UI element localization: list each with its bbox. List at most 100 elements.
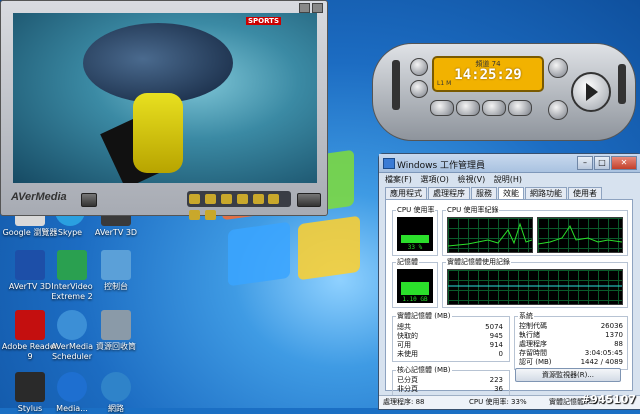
diver-image — [133, 93, 183, 173]
remote-button-bottom[interactable] — [548, 100, 568, 120]
stat-value: 1370 — [605, 331, 623, 339]
kernel-memory-stats: 已分頁 223 非分頁 36 — [397, 376, 503, 394]
window-controls: – □ ✕ — [576, 156, 637, 170]
side-slider[interactable] — [618, 64, 626, 104]
close-button[interactable]: ✕ — [611, 156, 637, 170]
menu-options[interactable]: 選項(O) — [420, 175, 449, 184]
memory-meter: 1.10 GB — [397, 269, 433, 303]
tab-processes[interactable]: 處理程序 — [428, 187, 470, 199]
memory-history-group: 實體記憶體使用記錄 — [442, 257, 628, 308]
stat-row: 控制代碼 26036 — [519, 322, 623, 331]
stat-row: 執行緒 1370 — [519, 331, 623, 340]
playback-controls — [187, 191, 291, 220]
play-icon[interactable] — [571, 72, 611, 112]
stat-label: 已分頁 — [397, 376, 418, 384]
physical-memory-label: 實體記憶體 (MB) — [396, 311, 452, 321]
fish-image — [83, 23, 233, 103]
kernel-memory-group: 核心記憶體 (MB) 已分頁 223 非分頁 36 — [392, 365, 510, 398]
stat-row: 快取的 945 — [397, 332, 503, 341]
remote-button-4[interactable] — [508, 100, 532, 116]
status-processes: 處理程序: 88 — [383, 398, 425, 406]
tv-video-display[interactable]: SPORTS — [13, 13, 317, 183]
network-icon — [101, 372, 131, 402]
remote-button-top[interactable] — [548, 58, 568, 78]
record-button[interactable] — [236, 194, 248, 204]
stat-value: 945 — [489, 332, 503, 340]
stat-row: 存留時間 3:04:05:45 — [519, 349, 623, 358]
tab-services[interactable]: 服務 — [471, 187, 497, 199]
desktop-icon-control-panel[interactable]: 控制台 — [86, 250, 146, 292]
ie-icon — [57, 372, 87, 402]
stat-value: 1442 / 4089 — [580, 358, 623, 366]
stat-row: 已分頁 223 — [397, 376, 503, 385]
stat-value: 914 — [489, 341, 503, 349]
stat-label: 快取的 — [397, 332, 418, 340]
remote-button-3[interactable] — [482, 100, 506, 116]
cpu-usage-fill — [401, 235, 429, 243]
avermedia-player-window[interactable]: SPORTS AVerMedia — [0, 0, 328, 220]
stat-row: 未使用 0 — [397, 350, 503, 359]
resource-monitor-button[interactable]: 資源監視器(R)... — [515, 368, 621, 382]
stop-button[interactable] — [220, 194, 232, 204]
remote-button-2[interactable] — [456, 100, 480, 116]
close-button[interactable] — [312, 3, 323, 13]
tab-bar: 應用程式 處理程序 服務 效能 網路功能 使用者 — [385, 187, 603, 200]
memory-history-line — [448, 285, 622, 287]
stat-label: 執行緒 — [519, 331, 540, 339]
remote-button-1[interactable] — [430, 100, 454, 116]
channel-down-button[interactable] — [410, 80, 428, 98]
fullscreen-button[interactable] — [297, 193, 321, 207]
adobe-reader-icon — [15, 310, 45, 340]
status-cpu: CPU 使用率: 33% — [469, 398, 527, 406]
rewind-button[interactable] — [252, 194, 264, 204]
stat-value: 26036 — [600, 322, 623, 330]
stat-row: 處理程序 88 — [519, 340, 623, 349]
intervideo-icon — [57, 250, 87, 280]
stat-label: 存留時間 — [519, 349, 547, 357]
system-stats: 控制代碼 26036 執行緒 1370 處理程序 88 存留時間 3:04:05:45 … — [519, 322, 623, 367]
cpu-history-graph-2 — [537, 217, 623, 253]
system-label: 系統 — [518, 311, 534, 321]
play-button[interactable] — [189, 194, 200, 204]
maximize-button[interactable]: □ — [594, 156, 610, 170]
cpu-usage-group: CPU 使用率 33 % — [392, 205, 438, 256]
cpu-history-group: CPU 使用率紀錄 — [442, 205, 628, 256]
minimize-button[interactable] — [299, 3, 310, 13]
memory-group: 記憶體 1.10 GB — [392, 257, 438, 308]
stat-label: 非分頁 — [397, 385, 418, 393]
pause-button[interactable] — [204, 194, 216, 204]
tab-networking[interactable]: 網路功能 — [525, 187, 567, 199]
channel-up-button[interactable] — [410, 58, 428, 76]
task-manager-titlebar[interactable]: Windows 工作管理員 – □ ✕ — [379, 154, 640, 173]
menu-help[interactable]: 說明(H) — [494, 175, 522, 184]
lcd-mode: L1 M — [437, 80, 452, 87]
stat-row: 總共 5074 — [397, 323, 503, 332]
watermark: #945107 — [580, 393, 636, 406]
menu-bar: 檔案(F) 選項(O) 檢視(V) 說明(H) — [385, 174, 528, 185]
minimize-button[interactable]: – — [577, 156, 593, 170]
cpu-usage-value: 33 % — [407, 244, 423, 251]
memory-fill — [401, 282, 429, 295]
memory-label: 記憶體 — [396, 257, 419, 267]
cpu-usage-label: CPU 使用率 — [396, 205, 436, 215]
performance-panel: CPU 使用率 33 % CPU 使用率紀錄 記憶體 1.10 GB 實體記憶體… — [385, 199, 633, 398]
menu-view[interactable]: 檢視(V) — [457, 175, 485, 184]
system-group: 系統 控制代碼 26036 執行緒 1370 處理程序 88 存留時間 3:04:05:… — [514, 311, 628, 370]
cpu-history-line-1 — [448, 222, 532, 247]
snapshot-button[interactable] — [189, 210, 200, 220]
avertv-3d-icon — [15, 250, 45, 280]
tab-applications[interactable]: 應用程式 — [385, 187, 427, 199]
desktop-icon-recycle-bin[interactable]: 資源回收筒 — [86, 310, 146, 352]
stat-value: 0 — [498, 350, 503, 358]
memory-history-label: 實體記憶體使用記錄 — [446, 257, 511, 267]
menu-button[interactable] — [81, 193, 97, 207]
mute-button[interactable] — [204, 210, 216, 220]
volume-slider[interactable] — [392, 60, 400, 110]
memory-history-graph — [447, 269, 623, 305]
menu-file[interactable]: 檔案(F) — [385, 175, 412, 184]
stat-row: 非分頁 36 — [397, 385, 503, 394]
kernel-memory-label: 核心記憶體 (MB) — [396, 365, 452, 375]
task-manager-window[interactable]: Windows 工作管理員 – □ ✕ 檔案(F) 選項(O) 檢視(V) 說明(H… — [378, 153, 640, 410]
tab-users[interactable]: 使用者 — [568, 187, 602, 199]
forward-button[interactable] — [268, 194, 280, 204]
